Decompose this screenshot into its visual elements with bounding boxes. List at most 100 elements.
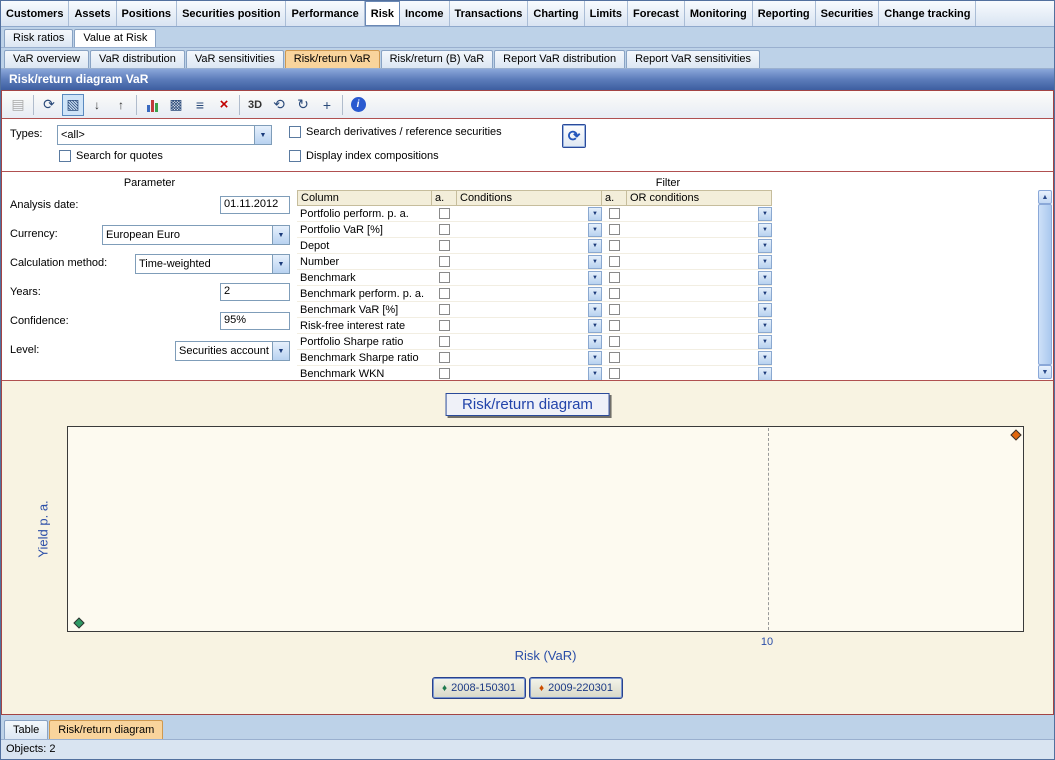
chevron-down-icon[interactable]: ▼ (758, 271, 772, 285)
filter-scrollbar[interactable]: ▲ ▼ (1038, 190, 1052, 379)
menu-tab-limits[interactable]: Limits (585, 1, 628, 26)
series1-point[interactable] (73, 617, 84, 628)
or-checkbox[interactable] (609, 224, 620, 235)
conditions-dropdown[interactable]: ▼ (457, 207, 602, 221)
crosshair-icon[interactable]: + (316, 94, 338, 116)
chevron-down-icon[interactable]: ▼ (254, 126, 271, 144)
search-quotes-checkbox[interactable]: Search for quotes (59, 150, 163, 162)
scrollbar-thumb[interactable] (1038, 204, 1052, 365)
chevron-down-icon[interactable]: ▼ (272, 342, 289, 360)
menu-tab-customers[interactable]: Customers (1, 1, 69, 26)
chevron-down-icon[interactable]: ▼ (758, 303, 772, 317)
bar-chart-icon[interactable] (141, 94, 163, 116)
tab-report-var-distribution[interactable]: Report VaR distribution (494, 50, 625, 68)
column-header-or-conditions[interactable]: OR conditions (627, 190, 772, 206)
chevron-down-icon[interactable]: ▼ (758, 223, 772, 237)
tab-risk-return-diagram[interactable]: Risk/return diagram (49, 720, 163, 739)
tab-risk-return-var[interactable]: Risk/return VaR (285, 50, 380, 68)
chevron-down-icon[interactable]: ▼ (588, 319, 602, 333)
analysis-date-input[interactable]: 01.11.2012 (220, 196, 290, 214)
or-checkbox[interactable] (609, 304, 620, 315)
currency-select[interactable]: European Euro ▼ (102, 225, 290, 245)
level-select[interactable]: Securities account ▼ (175, 341, 290, 361)
tab-var-distribution[interactable]: VaR distribution (90, 50, 185, 68)
search-refresh-button[interactable]: ⟳ (562, 124, 586, 148)
chevron-down-icon[interactable]: ▼ (588, 335, 602, 349)
and-checkbox[interactable] (439, 336, 450, 347)
or-checkbox[interactable] (609, 240, 620, 251)
legend-series1-button[interactable]: ♦ 2008-150301 (432, 677, 526, 699)
or-conditions-dropdown[interactable]: ▼ (627, 271, 772, 285)
rotate-right-icon[interactable]: ↻ (292, 94, 314, 116)
series2-point[interactable] (1010, 429, 1021, 440)
tab-var-sensitivities[interactable]: VaR sensitivities (186, 50, 284, 68)
or-checkbox[interactable] (609, 336, 620, 347)
conditions-dropdown[interactable]: ▼ (457, 319, 602, 333)
or-checkbox[interactable] (609, 272, 620, 283)
conditions-dropdown[interactable]: ▼ (457, 367, 602, 381)
checkbox-icon[interactable] (59, 150, 71, 162)
menu-tab-assets[interactable]: Assets (69, 1, 116, 26)
chevron-down-icon[interactable]: ▼ (272, 226, 289, 244)
tab-risk-return-b-var[interactable]: Risk/return (B) VaR (381, 50, 494, 68)
delete-icon[interactable]: × (213, 94, 235, 116)
column-header-and2[interactable]: a. (602, 190, 627, 206)
chevron-down-icon[interactable]: ▼ (758, 287, 772, 301)
chart-image-icon[interactable]: ▩ (165, 94, 187, 116)
checkbox-icon[interactable] (289, 126, 301, 138)
sort-ascending-icon[interactable]: ↑ (110, 94, 132, 116)
and-checkbox[interactable] (439, 256, 450, 267)
rotate-left-icon[interactable]: ⟲ (268, 94, 290, 116)
chevron-down-icon[interactable]: ▼ (588, 351, 602, 365)
menu-tab-positions[interactable]: Positions (117, 1, 178, 26)
types-select[interactable]: <all> ▼ (57, 125, 272, 145)
and-checkbox[interactable] (439, 224, 450, 235)
menu-tab-change-tracking[interactable]: Change tracking (879, 1, 976, 26)
menu-tab-securities[interactable]: Securities (816, 1, 880, 26)
chevron-down-icon[interactable]: ▼ (758, 255, 772, 269)
chevron-down-icon[interactable]: ▼ (588, 207, 602, 221)
tab-risk-ratios[interactable]: Risk ratios (4, 29, 73, 47)
and-checkbox[interactable] (439, 272, 450, 283)
chevron-down-icon[interactable]: ▼ (588, 303, 602, 317)
chevron-down-icon[interactable]: ▼ (758, 335, 772, 349)
chevron-down-icon[interactable]: ▼ (758, 239, 772, 253)
chevron-down-icon[interactable]: ▼ (588, 255, 602, 269)
checkbox-icon[interactable] (289, 150, 301, 162)
menu-tab-securities-position[interactable]: Securities position (177, 1, 286, 26)
menu-tab-performance[interactable]: Performance (286, 1, 364, 26)
tab-var-overview[interactable]: VaR overview (4, 50, 89, 68)
calculation-method-select[interactable]: Time-weighted ▼ (135, 254, 290, 274)
or-checkbox[interactable] (609, 288, 620, 299)
chevron-down-icon[interactable]: ▼ (272, 255, 289, 273)
or-conditions-dropdown[interactable]: ▼ (627, 255, 772, 269)
chart-title-button[interactable]: Risk/return diagram (445, 393, 610, 416)
and-checkbox[interactable] (439, 352, 450, 363)
chevron-down-icon[interactable]: ▼ (758, 319, 772, 333)
chevron-down-icon[interactable]: ▼ (758, 351, 772, 365)
or-checkbox[interactable] (609, 256, 620, 267)
or-checkbox[interactable] (609, 368, 620, 379)
three-d-icon[interactable]: 3D (244, 94, 266, 116)
column-header-conditions[interactable]: Conditions (457, 190, 602, 206)
chevron-down-icon[interactable]: ▼ (588, 239, 602, 253)
or-checkbox[interactable] (609, 352, 620, 363)
search-derivatives-checkbox[interactable]: Search derivatives / reference securitie… (289, 126, 502, 138)
sort-descending-icon[interactable]: ↓ (86, 94, 108, 116)
scroll-down-icon[interactable]: ▼ (1038, 365, 1052, 379)
or-conditions-dropdown[interactable]: ▼ (627, 303, 772, 317)
or-conditions-dropdown[interactable]: ▼ (627, 319, 772, 333)
menu-tab-charting[interactable]: Charting (528, 1, 584, 26)
chevron-down-icon[interactable]: ▼ (758, 207, 772, 221)
and-checkbox[interactable] (439, 288, 450, 299)
conditions-dropdown[interactable]: ▼ (457, 255, 602, 269)
or-conditions-dropdown[interactable]: ▼ (627, 351, 772, 365)
or-conditions-dropdown[interactable]: ▼ (627, 335, 772, 349)
display-index-checkbox[interactable]: Display index compositions (289, 150, 439, 162)
or-conditions-dropdown[interactable]: ▼ (627, 223, 772, 237)
document-icon[interactable]: ≡ (189, 94, 211, 116)
and-checkbox[interactable] (439, 240, 450, 251)
conditions-dropdown[interactable]: ▼ (457, 303, 602, 317)
or-conditions-dropdown[interactable]: ▼ (627, 367, 772, 381)
and-checkbox[interactable] (439, 208, 450, 219)
